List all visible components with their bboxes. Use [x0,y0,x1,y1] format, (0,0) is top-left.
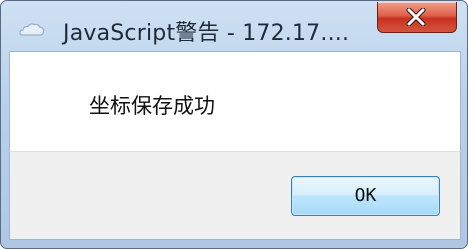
ok-button[interactable]: OK [291,176,440,216]
title-bar[interactable]: JavaScript警告 - 172.17.... [1,1,467,51]
button-bar: OK [9,151,461,240]
close-icon [406,8,426,26]
alert-dialog: JavaScript警告 - 172.17.... 坐标保存成功 OK [0,0,468,249]
message-area: 坐标保存成功 [9,51,461,151]
window-title: JavaScript警告 - 172.17.... [63,21,350,46]
alert-message: 坐标保存成功 [89,94,215,118]
close-button[interactable] [377,2,457,33]
javascript-cloud-icon [19,22,45,38]
